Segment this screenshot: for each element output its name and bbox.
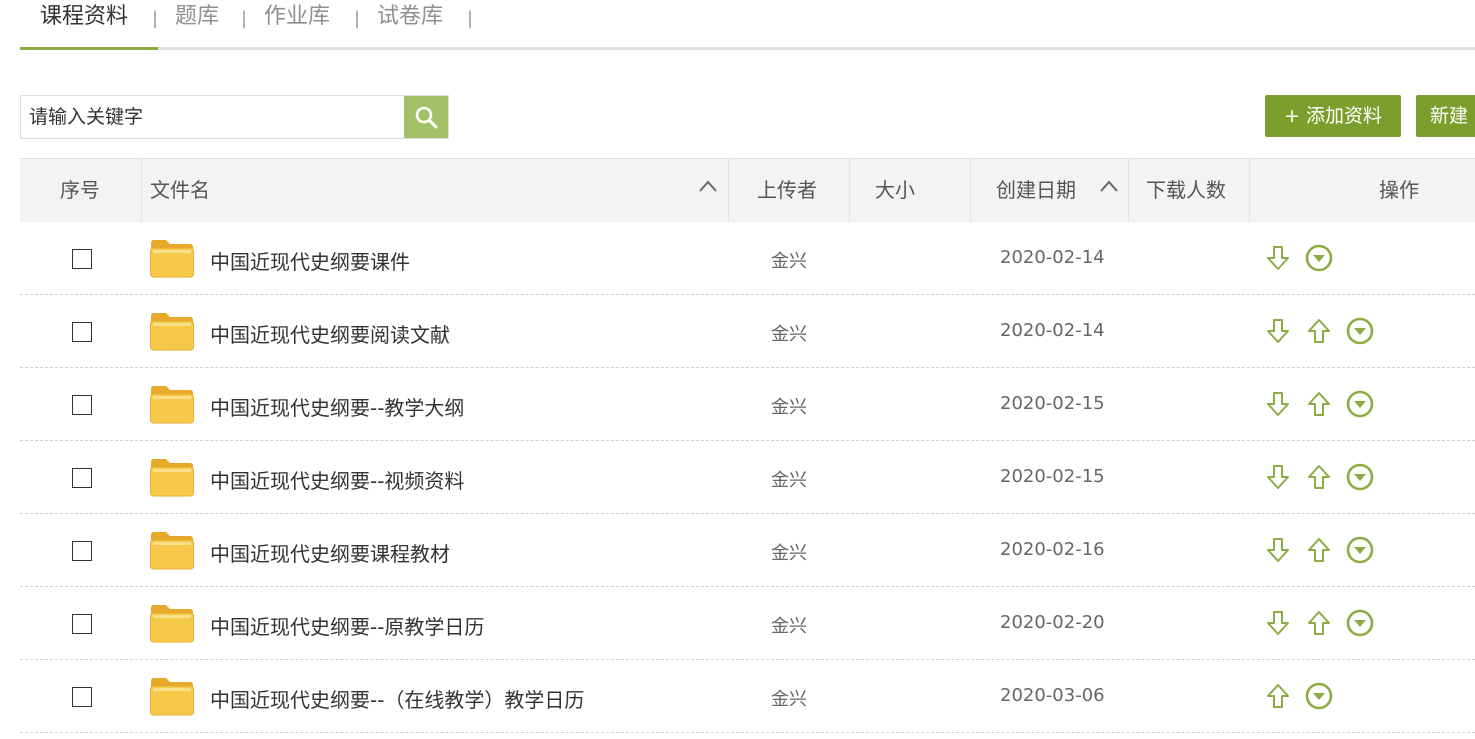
header-divider bbox=[849, 159, 850, 222]
file-name-link[interactable]: 中国近现代史纲要--原教学日历 bbox=[210, 611, 484, 640]
uploader-name: 金兴 bbox=[771, 689, 807, 710]
uploader-name: 金兴 bbox=[771, 397, 807, 418]
folder-icon bbox=[149, 310, 195, 356]
row-checkbox[interactable] bbox=[72, 541, 92, 561]
table-row: 中国近现代史纲要--视频资料 金兴 2020-02-15 bbox=[20, 441, 1475, 514]
table-row: 中国近现代史纲要--教学大纲 金兴 2020-02-15 bbox=[20, 368, 1475, 441]
row-checkbox[interactable] bbox=[72, 322, 92, 342]
row-checkbox[interactable] bbox=[72, 468, 92, 488]
more-options-icon[interactable] bbox=[1345, 316, 1375, 346]
uploader-name: 金兴 bbox=[771, 470, 807, 491]
file-name-link[interactable]: 中国近现代史纲要--视频资料 bbox=[210, 465, 464, 494]
table-row: 中国近现代史纲要课程教材 金兴 2020-02-16 bbox=[20, 514, 1475, 587]
more-options-icon[interactable] bbox=[1345, 389, 1375, 419]
download-arrow-icon[interactable] bbox=[1263, 316, 1293, 346]
row-checkbox[interactable] bbox=[72, 395, 92, 415]
folder-icon bbox=[149, 675, 195, 721]
upload-arrow-icon[interactable] bbox=[1304, 608, 1334, 638]
folder-icon bbox=[149, 602, 195, 648]
file-name-link[interactable]: 中国近现代史纲要课件 bbox=[210, 246, 410, 275]
header-divider bbox=[1249, 159, 1250, 222]
row-checkbox[interactable] bbox=[72, 249, 92, 269]
created-date: 2020-02-14 bbox=[1000, 320, 1105, 341]
tab-exam-bank[interactable]: 试卷库 bbox=[377, 2, 443, 32]
upload-arrow-icon[interactable] bbox=[1263, 681, 1293, 711]
file-name-link[interactable]: 中国近现代史纲要课程教材 bbox=[210, 538, 450, 567]
table-row: 中国近现代史纲要阅读文献 金兴 2020-02-14 bbox=[20, 295, 1475, 368]
tab-separator: | bbox=[241, 8, 248, 29]
created-date: 2020-02-15 bbox=[1000, 466, 1105, 487]
header-downloads: 下载人数 bbox=[1146, 178, 1226, 202]
folder-icon bbox=[149, 237, 195, 283]
header-divider bbox=[1128, 159, 1129, 222]
header-size: 大小 bbox=[875, 178, 915, 202]
table-row: 中国近现代史纲要--原教学日历 金兴 2020-02-20 bbox=[20, 587, 1475, 660]
created-date: 2020-02-16 bbox=[1000, 539, 1105, 560]
row-checkbox[interactable] bbox=[72, 614, 92, 634]
add-material-button[interactable]: + 添加资料 bbox=[1265, 95, 1401, 137]
active-tab-indicator bbox=[20, 47, 158, 50]
search-button[interactable] bbox=[404, 96, 448, 138]
sort-caret-up-icon[interactable] bbox=[1099, 179, 1119, 193]
search-icon bbox=[415, 106, 438, 129]
created-date: 2020-03-06 bbox=[1000, 685, 1105, 706]
uploader-name: 金兴 bbox=[771, 543, 807, 564]
folder-icon bbox=[149, 456, 195, 502]
upload-arrow-icon[interactable] bbox=[1304, 316, 1334, 346]
upload-arrow-icon[interactable] bbox=[1304, 389, 1334, 419]
upload-arrow-icon[interactable] bbox=[1304, 462, 1334, 492]
created-date: 2020-02-15 bbox=[1000, 393, 1105, 414]
tab-separator: | bbox=[354, 8, 361, 29]
created-date: 2020-02-14 bbox=[1000, 247, 1105, 268]
header-divider bbox=[728, 159, 729, 222]
tab-bar: 课程资料 | 题库 | 作业库 | 试卷库 | bbox=[20, 0, 1475, 50]
new-button[interactable]: 新建 bbox=[1416, 95, 1475, 137]
tab-separator: | bbox=[467, 8, 474, 29]
header-uploader: 上传者 bbox=[757, 178, 817, 202]
download-arrow-icon[interactable] bbox=[1263, 243, 1293, 273]
download-arrow-icon[interactable] bbox=[1263, 608, 1293, 638]
more-options-icon[interactable] bbox=[1304, 681, 1334, 711]
more-options-icon[interactable] bbox=[1345, 462, 1375, 492]
header-divider bbox=[141, 159, 142, 222]
download-arrow-icon[interactable] bbox=[1263, 389, 1293, 419]
table-header: 序号 文件名 上传者 大小 创建日期 下载人数 操作 bbox=[20, 158, 1475, 222]
uploader-name: 金兴 bbox=[771, 251, 807, 272]
uploader-name: 金兴 bbox=[771, 616, 807, 637]
header-filename[interactable]: 文件名 bbox=[150, 159, 210, 222]
folder-icon bbox=[149, 383, 195, 429]
more-options-icon[interactable] bbox=[1345, 608, 1375, 638]
search-input[interactable] bbox=[21, 96, 405, 138]
file-name-link[interactable]: 中国近现代史纲要阅读文献 bbox=[210, 319, 450, 348]
row-checkbox[interactable] bbox=[72, 687, 92, 707]
download-arrow-icon[interactable] bbox=[1263, 535, 1293, 565]
more-options-icon[interactable] bbox=[1304, 243, 1334, 273]
tab-question-bank[interactable]: 题库 bbox=[175, 2, 219, 32]
header-created[interactable]: 创建日期 bbox=[996, 159, 1076, 222]
created-date: 2020-02-20 bbox=[1000, 612, 1105, 633]
file-name-link[interactable]: 中国近现代史纲要--教学大纲 bbox=[210, 392, 464, 421]
more-options-icon[interactable] bbox=[1345, 535, 1375, 565]
table-row: 中国近现代史纲要课件 金兴 2020-02-14 bbox=[20, 222, 1475, 295]
sort-caret-up-icon[interactable] bbox=[698, 179, 718, 193]
download-arrow-icon[interactable] bbox=[1263, 462, 1293, 492]
uploader-name: 金兴 bbox=[771, 324, 807, 345]
header-divider bbox=[970, 159, 971, 222]
header-index: 序号 bbox=[60, 178, 100, 202]
upload-arrow-icon[interactable] bbox=[1304, 535, 1334, 565]
header-actions: 操作 bbox=[1379, 178, 1419, 202]
folder-icon bbox=[149, 529, 195, 575]
table-row: 中国近现代史纲要--（在线教学）教学日历 金兴 2020-03-06 bbox=[20, 660, 1475, 733]
tab-homework-bank[interactable]: 作业库 bbox=[264, 2, 330, 32]
tab-course-materials[interactable]: 课程资料 bbox=[40, 2, 128, 32]
tab-separator: | bbox=[152, 8, 159, 29]
search-box bbox=[20, 95, 449, 139]
file-name-link[interactable]: 中国近现代史纲要--（在线教学）教学日历 bbox=[210, 684, 584, 713]
